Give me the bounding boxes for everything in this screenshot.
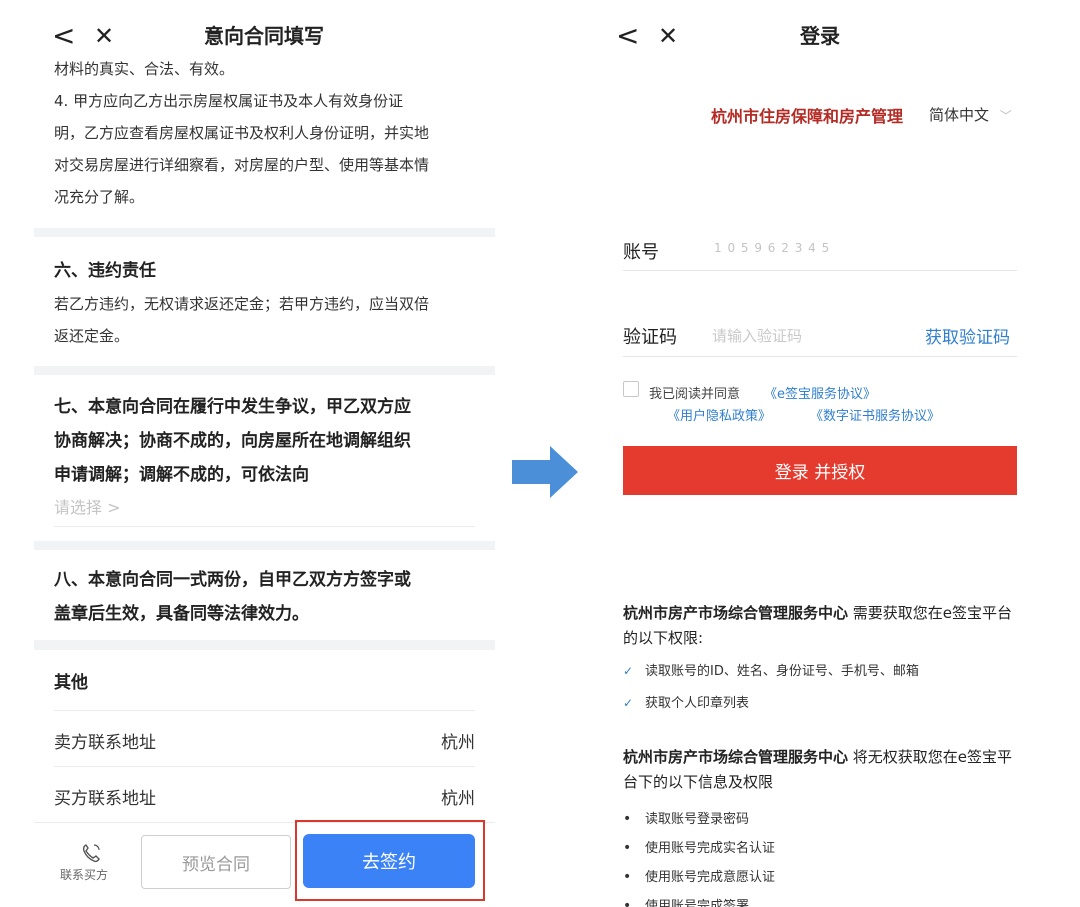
agree-text: 我已阅读并同意: [649, 387, 741, 402]
divider: [54, 710, 475, 711]
checkbox-icon[interactable]: [623, 381, 639, 397]
clause-line: 4. 甲方应向乙方出示房屋权属证书及本人有效身份证: [54, 92, 404, 110]
check-icon: ✓: [623, 664, 634, 678]
buyer-address-label: 买方联系地址: [54, 789, 156, 809]
check-icon: ✓: [623, 696, 634, 710]
restriction-item: • 读取账号登录密码: [623, 808, 749, 827]
clause-line: 申请调解；调解不成的，可依法向: [54, 465, 309, 485]
permission-text: 获取个人印章列表: [645, 696, 750, 711]
back-icon[interactable]: <: [52, 22, 75, 50]
org-logo: 杭州市住房保障和房产管理: [711, 107, 904, 126]
clause-text: 材料的真实、合法、有效。 4. 甲方应向乙方出示房屋权属证书及本人有效身份证 明…: [54, 53, 484, 213]
org-name: 杭州市房产市场综合管理服务中心: [623, 748, 849, 766]
privacy-policy-link[interactable]: 《用户隐私政策》: [667, 405, 771, 424]
permission-text: 读取账号的ID、姓名、身份证号、手机号、邮箱: [645, 664, 919, 679]
section-separator: [34, 228, 495, 237]
clause-line: 盖章后生效，具备同等法律效力。: [54, 604, 309, 624]
preview-contract-button[interactable]: 预览合同: [141, 835, 291, 889]
permission-item: ✓ 读取账号的ID、姓名、身份证号、手机号、邮箱: [623, 660, 919, 679]
highlight-box: [295, 820, 485, 901]
restriction-item: • 使用账号完成意愿认证: [623, 866, 775, 885]
bullet-icon: •: [623, 898, 632, 907]
court-select[interactable]: 请选择 >: [54, 494, 121, 518]
other-title: 其他: [54, 673, 88, 693]
clause-line: 八、本意向合同一式两份，自甲乙双方方签字或: [54, 570, 411, 590]
section-line: 返还定金。: [54, 327, 130, 345]
section-separator: [34, 366, 495, 375]
restriction-text: 使用账号完成实名认证: [645, 841, 776, 856]
language-label: 简体中文: [929, 106, 990, 124]
bullet-icon: •: [623, 840, 632, 856]
restriction-item: • 使用账号完成实名认证: [623, 837, 775, 856]
permission-item: ✓ 获取个人印章列表: [623, 692, 749, 711]
buyer-address-value[interactable]: 杭州: [441, 784, 475, 809]
close-icon[interactable]: ✕: [658, 22, 678, 50]
account-input[interactable]: 1 0 5 9 6 2 3 4 5: [714, 241, 830, 255]
cert-agreement-link[interactable]: 《数字证书服务协议》: [810, 405, 940, 424]
clause-line: 明，乙方应查看房屋权属证书及权利人身份证明，并实地: [54, 124, 430, 142]
login-authorize-button[interactable]: 登录 并授权: [623, 446, 1017, 495]
code-input[interactable]: 请输入验证码: [712, 325, 802, 346]
section-title: 六、违约责任: [54, 261, 156, 281]
seller-address-value[interactable]: 杭州: [441, 728, 475, 753]
section-line: 若乙方违约，无权请求返还定金；若甲方违约，应当双倍: [54, 295, 430, 313]
restriction-text: 读取账号登录密码: [645, 812, 750, 827]
effect-clause: 八、本意向合同一式两份，自甲乙双方方签字或 盖章后生效，具备同等法律效力。: [54, 563, 484, 631]
permission-request-text: 杭州市房产市场综合管理服务中心 需要获取您在e签宝平台的以下权限:: [623, 601, 1018, 651]
section-separator: [34, 541, 495, 550]
page-title: 意向合同填写: [204, 24, 324, 48]
clause-line: 况充分了解。: [54, 188, 145, 206]
org-name: 杭州市房产市场综合管理服务中心: [623, 604, 849, 622]
phone-icon: [80, 842, 102, 868]
divider: [54, 526, 475, 527]
divider: [54, 766, 475, 767]
arrow-right-icon: [512, 446, 582, 502]
divider: [623, 270, 1017, 271]
clause-line: 对交易房屋进行详细察看，对房屋的户型、使用等基本情: [54, 156, 430, 174]
restriction-item: • 使用账号完成签署: [623, 895, 749, 907]
section-body: 若乙方违约，无权请求返还定金；若甲方违约，应当双倍 返还定金。: [54, 288, 484, 352]
contact-buyer-label: 联系买方: [60, 868, 109, 882]
clause-line: 七、本意向合同在履行中发生争议，甲乙双方应: [54, 397, 411, 417]
dispute-clause: 七、本意向合同在履行中发生争议，甲乙双方应 协商解决；协商不成的，向房屋所在地调…: [54, 390, 484, 492]
code-label: 验证码: [623, 327, 677, 348]
bullet-icon: •: [623, 869, 632, 885]
seller-address-label: 卖方联系地址: [54, 733, 156, 753]
language-select[interactable]: 简体中文 ﹀: [929, 104, 1012, 125]
contract-form-screen: < ✕ 意向合同填写 材料的真实、合法、有效。 4. 甲方应向乙方出示房屋权属证…: [34, 0, 495, 907]
account-label: 账号: [623, 242, 659, 263]
page-title: 登录: [800, 24, 840, 48]
divider: [623, 356, 1017, 357]
login-screen: < ✕ 登录 杭州市住房保障和房产管理 简体中文 ﹀ 账号 1 0 5 9 6 …: [606, 0, 1036, 907]
back-icon[interactable]: <: [616, 22, 639, 50]
esign-agreement-link[interactable]: 《e签宝服务协议》: [764, 383, 876, 402]
chevron-down-icon: ﹀: [999, 109, 1012, 123]
clause-line: 材料的真实、合法、有效。: [54, 60, 235, 78]
clause-line: 协商解决；协商不成的，向房屋所在地调解组织: [54, 431, 411, 451]
restriction-text: 使用账号完成签署: [645, 899, 750, 907]
no-permission-text: 杭州市房产市场综合管理服务中心 将无权获取您在e签宝平台下的以下信息及权限: [623, 745, 1018, 795]
bullet-icon: •: [623, 811, 632, 827]
restriction-text: 使用账号完成意愿认证: [645, 870, 776, 885]
close-icon[interactable]: ✕: [94, 22, 114, 50]
get-code-button[interactable]: 获取验证码: [925, 323, 1010, 348]
section-separator: [34, 640, 495, 650]
